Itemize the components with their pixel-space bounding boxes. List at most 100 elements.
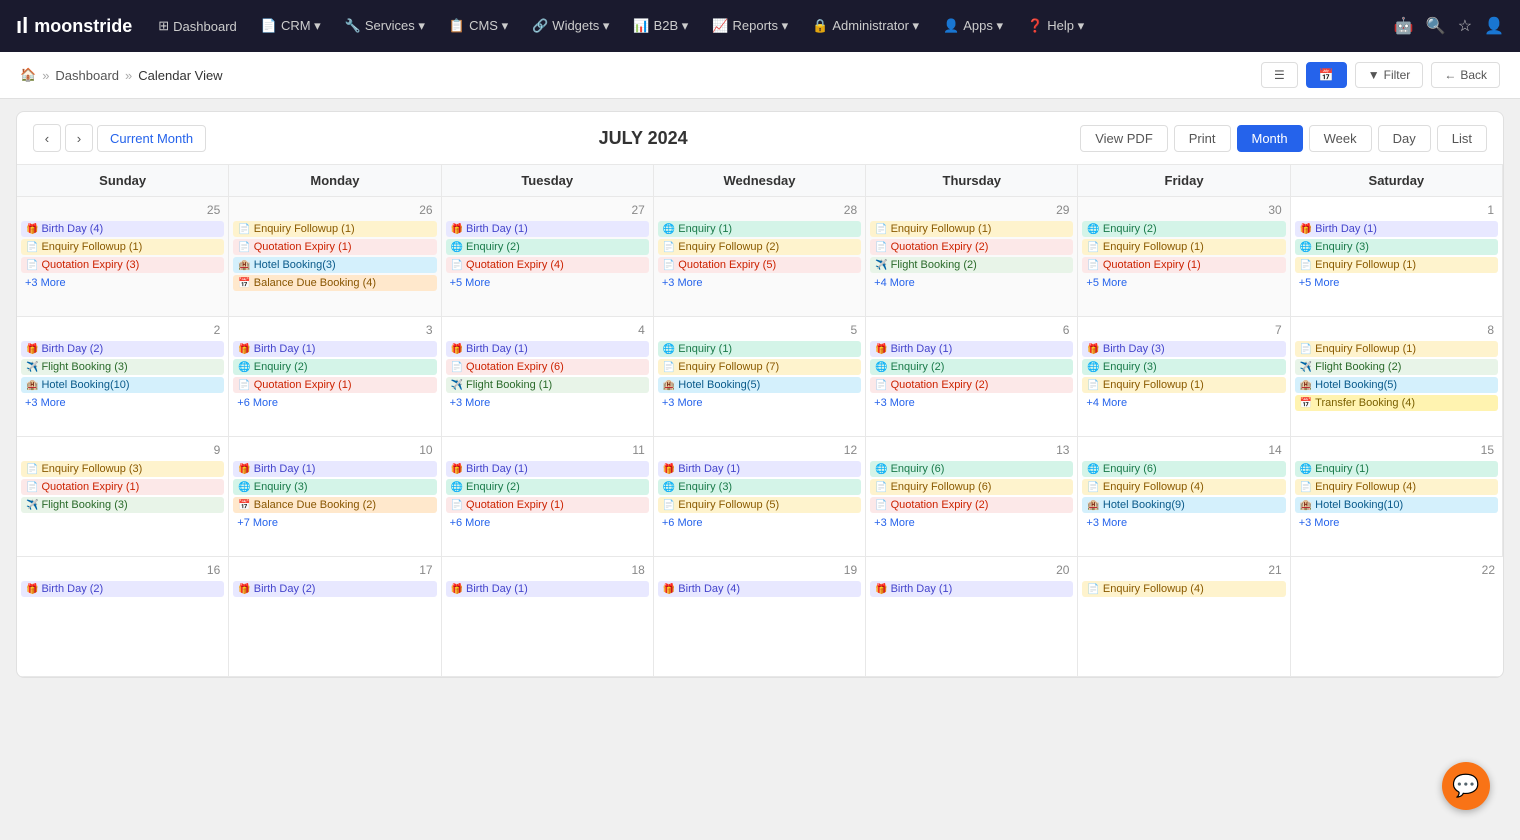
calendar-cell[interactable]: 28🌐Enquiry (1)📄Enquiry Followup (2)📄Quot… — [654, 197, 866, 317]
event-pill[interactable]: 📄Enquiry Followup (1) — [233, 221, 436, 237]
event-pill[interactable]: 📄Enquiry Followup (2) — [658, 239, 861, 255]
next-month-button[interactable]: › — [65, 124, 93, 152]
nav-services[interactable]: 🔧 Services ▾ — [335, 12, 435, 40]
event-pill[interactable]: 🌐Enquiry (6) — [1082, 461, 1285, 477]
search-icon[interactable]: 🔍 — [1426, 16, 1446, 36]
nav-apps[interactable]: 👤 Apps ▾ — [933, 12, 1013, 40]
event-pill[interactable]: 📄Enquiry Followup (1) — [1295, 341, 1498, 357]
event-pill[interactable]: 📄Quotation Expiry (3) — [21, 257, 224, 273]
nav-help[interactable]: ❓ Help ▾ — [1017, 12, 1094, 40]
chat-fab[interactable]: 💬 — [1442, 762, 1490, 810]
event-pill[interactable]: 🎁Birth Day (2) — [21, 341, 224, 357]
calendar-cell[interactable]: 2🎁Birth Day (2)✈️Flight Booking (3)🏨Hote… — [17, 317, 229, 437]
calendar-cell[interactable]: 12🎁Birth Day (1)🌐Enquiry (3)📄Enquiry Fol… — [654, 437, 866, 557]
event-pill[interactable]: 🌐Enquiry (1) — [658, 221, 861, 237]
event-pill[interactable]: 🎁Birth Day (1) — [446, 221, 649, 237]
event-pill[interactable]: ✈️Flight Booking (3) — [21, 359, 224, 375]
event-pill[interactable]: 📄Enquiry Followup (1) — [1082, 377, 1285, 393]
event-pill[interactable]: ✈️Flight Booking (2) — [870, 257, 1073, 273]
more-events-link[interactable]: +6 More — [446, 515, 649, 531]
event-pill[interactable]: 🌐Enquiry (3) — [233, 479, 436, 495]
event-pill[interactable]: 🌐Enquiry (2) — [870, 359, 1073, 375]
event-pill[interactable]: 🏨Hotel Booking(10) — [21, 377, 224, 393]
event-pill[interactable]: 📄Enquiry Followup (1) — [21, 239, 224, 255]
calendar-cell[interactable]: 6🎁Birth Day (1)🌐Enquiry (2)📄Quotation Ex… — [866, 317, 1078, 437]
event-pill[interactable]: 📄Quotation Expiry (5) — [658, 257, 861, 273]
calendar-cell[interactable]: 3🎁Birth Day (1)🌐Enquiry (2)📄Quotation Ex… — [229, 317, 441, 437]
back-button[interactable]: ← Back — [1431, 62, 1500, 88]
star-icon[interactable]: ☆ — [1458, 16, 1472, 36]
event-pill[interactable]: 📄Enquiry Followup (4) — [1295, 479, 1498, 495]
event-pill[interactable]: 📄Quotation Expiry (2) — [870, 497, 1073, 513]
view-pdf-button[interactable]: View PDF — [1080, 125, 1168, 152]
event-pill[interactable]: 📄Enquiry Followup (1) — [870, 221, 1073, 237]
more-events-link[interactable]: +3 More — [1295, 515, 1498, 531]
event-pill[interactable]: 🎁Birth Day (1) — [1295, 221, 1498, 237]
calendar-cell[interactable]: 1🎁Birth Day (1)🌐Enquiry (3)📄Enquiry Foll… — [1291, 197, 1503, 317]
more-events-link[interactable]: +3 More — [870, 515, 1073, 531]
brand-logo[interactable]: ıl moonstride — [16, 13, 132, 39]
more-events-link[interactable]: +5 More — [1295, 275, 1498, 291]
list-view-cal-button[interactable]: List — [1437, 125, 1487, 152]
event-pill[interactable]: 🏨Hotel Booking(10) — [1295, 497, 1498, 513]
event-pill[interactable]: 📄Quotation Expiry (1) — [21, 479, 224, 495]
calendar-cell[interactable]: 4🎁Birth Day (1)📄Quotation Expiry (6)✈️Fl… — [442, 317, 654, 437]
calendar-cell[interactable]: 26📄Enquiry Followup (1)📄Quotation Expiry… — [229, 197, 441, 317]
calendar-cell[interactable]: 22 — [1291, 557, 1503, 677]
month-view-button[interactable]: Month — [1237, 125, 1303, 152]
event-pill[interactable]: 🎁Birth Day (4) — [658, 581, 861, 597]
event-pill[interactable]: 🌐Enquiry (6) — [870, 461, 1073, 477]
home-icon[interactable]: 🏠 — [20, 67, 36, 83]
event-pill[interactable]: 🏨Hotel Booking(3) — [233, 257, 436, 273]
event-pill[interactable]: 📄Enquiry Followup (6) — [870, 479, 1073, 495]
event-pill[interactable]: 📄Enquiry Followup (3) — [21, 461, 224, 477]
nav-dashboard[interactable]: ⊞ Dashboard — [148, 12, 247, 40]
event-pill[interactable]: 📄Quotation Expiry (6) — [446, 359, 649, 375]
print-button[interactable]: Print — [1174, 125, 1231, 152]
calendar-cell[interactable]: 16🎁Birth Day (2) — [17, 557, 229, 677]
nav-reports[interactable]: 📈 Reports ▾ — [702, 12, 798, 40]
event-pill[interactable]: 📄Quotation Expiry (1) — [233, 239, 436, 255]
event-pill[interactable]: 📄Enquiry Followup (7) — [658, 359, 861, 375]
event-pill[interactable]: ✈️Flight Booking (1) — [446, 377, 649, 393]
event-pill[interactable]: 🎁Birth Day (1) — [446, 461, 649, 477]
more-events-link[interactable]: +6 More — [658, 515, 861, 531]
event-pill[interactable]: 📄Quotation Expiry (1) — [1082, 257, 1285, 273]
event-pill[interactable]: 🌐Enquiry (2) — [446, 479, 649, 495]
event-pill[interactable]: 🌐Enquiry (2) — [446, 239, 649, 255]
calendar-cell[interactable]: 19🎁Birth Day (4) — [654, 557, 866, 677]
calendar-cell[interactable]: 29📄Enquiry Followup (1)📄Quotation Expiry… — [866, 197, 1078, 317]
more-events-link[interactable]: +3 More — [21, 395, 224, 411]
more-events-link[interactable]: +4 More — [1082, 395, 1285, 411]
ai-icon[interactable]: 🤖 — [1394, 16, 1414, 36]
event-pill[interactable]: 📄Quotation Expiry (2) — [870, 239, 1073, 255]
event-pill[interactable]: 🌐Enquiry (1) — [1295, 461, 1498, 477]
event-pill[interactable]: 📄Enquiry Followup (1) — [1295, 257, 1498, 273]
event-pill[interactable]: 🎁Birth Day (1) — [446, 341, 649, 357]
more-events-link[interactable]: +3 More — [446, 395, 649, 411]
nav-crm[interactable]: 📄 CRM ▾ — [251, 12, 331, 40]
more-events-link[interactable]: +5 More — [1082, 275, 1285, 291]
breadcrumb-parent[interactable]: Dashboard — [55, 68, 119, 83]
more-events-link[interactable]: +3 More — [870, 395, 1073, 411]
event-pill[interactable]: 📅Balance Due Booking (2) — [233, 497, 436, 513]
event-pill[interactable]: 🎁Birth Day (1) — [870, 341, 1073, 357]
calendar-cell[interactable]: 8📄Enquiry Followup (1)✈️Flight Booking (… — [1291, 317, 1503, 437]
calendar-cell[interactable]: 20🎁Birth Day (1) — [866, 557, 1078, 677]
event-pill[interactable]: 🎁Birth Day (4) — [21, 221, 224, 237]
calendar-cell[interactable]: 13🌐Enquiry (6)📄Enquiry Followup (6)📄Quot… — [866, 437, 1078, 557]
event-pill[interactable]: 🌐Enquiry (3) — [658, 479, 861, 495]
calendar-cell[interactable]: 11🎁Birth Day (1)🌐Enquiry (2)📄Quotation E… — [442, 437, 654, 557]
nav-cms[interactable]: 📋 CMS ▾ — [439, 12, 518, 40]
event-pill[interactable]: 📄Quotation Expiry (4) — [446, 257, 649, 273]
event-pill[interactable]: 🎁Birth Day (1) — [446, 581, 649, 597]
event-pill[interactable]: 🎁Birth Day (2) — [233, 581, 436, 597]
more-events-link[interactable]: +5 More — [446, 275, 649, 291]
calendar-cell[interactable]: 5🌐Enquiry (1)📄Enquiry Followup (7)🏨Hotel… — [654, 317, 866, 437]
calendar-cell[interactable]: 9📄Enquiry Followup (3)📄Quotation Expiry … — [17, 437, 229, 557]
user-icon[interactable]: 👤 — [1484, 16, 1504, 36]
event-pill[interactable]: 🎁Birth Day (1) — [870, 581, 1073, 597]
calendar-cell[interactable]: 18🎁Birth Day (1) — [442, 557, 654, 677]
event-pill[interactable]: 📄Quotation Expiry (1) — [446, 497, 649, 513]
more-events-link[interactable]: +7 More — [233, 515, 436, 531]
